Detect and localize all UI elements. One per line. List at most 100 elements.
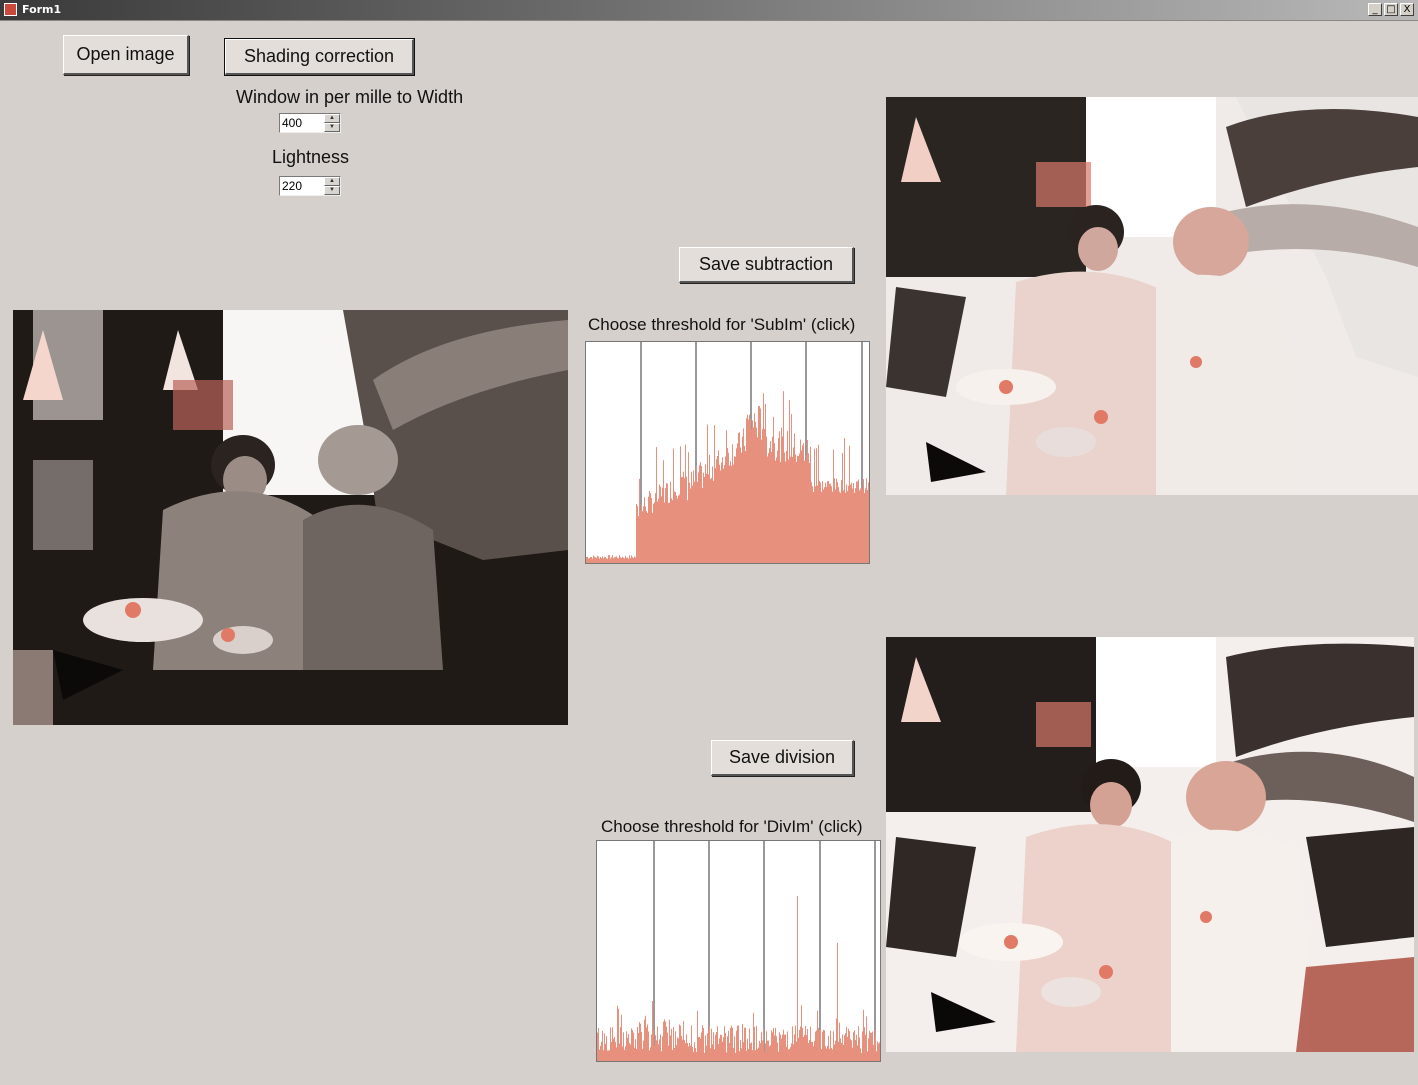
histogram-bar xyxy=(814,448,815,563)
histogram-bar xyxy=(612,1027,613,1061)
sub-histogram-plot[interactable] xyxy=(586,342,869,563)
histogram-bar xyxy=(648,496,649,563)
histogram-bar xyxy=(870,1032,871,1061)
histogram-bar xyxy=(659,484,660,563)
histogram-bar xyxy=(652,1001,653,1061)
title-bar: Form1 _ □ X xyxy=(0,0,1418,21)
spin-up-icon[interactable]: ▲ xyxy=(324,177,340,186)
histogram-bar xyxy=(850,484,851,563)
histogram-bar xyxy=(860,1048,861,1061)
histogram-bar xyxy=(771,451,772,563)
histogram-bar xyxy=(758,406,759,563)
histogram-bar xyxy=(661,496,662,563)
histogram-bar xyxy=(664,502,665,563)
histogram-bar xyxy=(768,1040,769,1061)
histogram-bar xyxy=(802,445,803,563)
histogram-bar xyxy=(694,1041,695,1061)
spin-down-icon[interactable]: ▼ xyxy=(324,186,340,195)
spin-down-icon[interactable]: ▼ xyxy=(324,123,340,132)
spin-arrows-icon[interactable]: ▲ ▼ xyxy=(324,177,340,195)
histogram-bar xyxy=(615,556,616,563)
histogram-bar xyxy=(688,1046,689,1061)
histogram-bar xyxy=(756,427,757,563)
maximize-button[interactable]: □ xyxy=(1384,3,1398,16)
histogram-bar xyxy=(855,1039,856,1061)
histogram-bar xyxy=(723,1037,724,1061)
histogram-bar xyxy=(826,486,827,563)
histogram-bar xyxy=(657,1026,658,1061)
histogram-bar xyxy=(865,488,866,563)
spin-arrows-icon[interactable]: ▲ ▼ xyxy=(324,114,340,132)
save-subtraction-button[interactable]: Save subtraction xyxy=(679,247,854,283)
histogram-bar xyxy=(847,491,848,563)
histogram-bar xyxy=(774,1035,775,1061)
histogram-bar xyxy=(614,557,615,563)
histogram-bar xyxy=(699,465,700,563)
histogram-bar xyxy=(842,1034,843,1061)
histogram-bar xyxy=(656,1040,657,1061)
histogram-bar xyxy=(839,1022,840,1061)
histogram-bar xyxy=(854,1030,855,1061)
shading-correction-button[interactable]: Shading correction xyxy=(224,38,415,76)
histogram-bar xyxy=(603,558,604,563)
histogram-bar xyxy=(835,1040,836,1061)
histogram-bar xyxy=(796,1041,797,1061)
spin-up-icon[interactable]: ▲ xyxy=(324,114,340,123)
histogram-bar xyxy=(651,497,652,563)
histogram-bar xyxy=(732,444,733,563)
histogram-bar xyxy=(727,1036,728,1061)
histogram-bar xyxy=(714,425,715,563)
histogram-bar xyxy=(822,1031,823,1061)
histogram-bar xyxy=(702,1025,703,1061)
histogram-bar xyxy=(591,556,592,563)
histogram-bar xyxy=(792,1026,793,1061)
histogram-bar xyxy=(699,1036,700,1061)
histogram-bar xyxy=(791,1043,792,1061)
histogram-bar xyxy=(799,453,800,563)
histogram-bar xyxy=(634,1047,635,1061)
histogram-bar xyxy=(589,558,590,563)
histogram-bar xyxy=(594,556,595,563)
histogram-bar xyxy=(795,454,796,563)
histogram-bar xyxy=(658,498,659,563)
open-image-button[interactable]: Open image xyxy=(63,35,189,75)
histogram-bar xyxy=(858,479,859,563)
histogram-bar xyxy=(808,453,809,563)
histogram-bar xyxy=(653,1030,654,1061)
close-button[interactable]: X xyxy=(1400,3,1414,16)
histogram-bar xyxy=(750,1043,751,1061)
save-division-button[interactable]: Save division xyxy=(711,740,854,776)
histogram-bar xyxy=(829,484,830,563)
histogram-bar xyxy=(846,1026,847,1061)
histogram-bar xyxy=(782,436,783,563)
div-histogram-plot[interactable] xyxy=(597,841,880,1061)
window-per-mille-stepper[interactable]: ▲ ▼ xyxy=(279,113,341,133)
histogram-bar xyxy=(598,1028,599,1061)
histogram-bar xyxy=(672,1049,673,1061)
sub-histogram[interactable] xyxy=(585,341,870,564)
histogram-bar xyxy=(762,1040,763,1061)
histogram-bar xyxy=(826,1048,827,1061)
histogram-bar xyxy=(641,1031,642,1061)
div-histogram[interactable] xyxy=(596,840,881,1062)
histogram-bar xyxy=(787,1031,788,1061)
histogram-bar xyxy=(818,444,819,563)
histogram-bar xyxy=(803,443,804,563)
histogram-bar xyxy=(792,456,793,563)
histogram-bar xyxy=(782,1034,783,1061)
histogram-bar xyxy=(840,492,841,563)
histogram-bar xyxy=(738,1025,739,1061)
lightness-stepper[interactable]: ▲ ▼ xyxy=(279,176,341,196)
histogram-bar xyxy=(671,498,672,563)
window-per-mille-input[interactable] xyxy=(282,115,322,131)
histogram-bar xyxy=(647,513,648,563)
histogram-bar xyxy=(738,432,739,563)
minimize-button[interactable]: _ xyxy=(1368,3,1382,16)
histogram-bar xyxy=(859,490,860,563)
lightness-input[interactable] xyxy=(282,178,322,194)
histogram-bar xyxy=(643,1040,644,1061)
histogram-bar xyxy=(732,1027,733,1061)
histogram-bar xyxy=(674,1047,675,1061)
histogram-bar xyxy=(707,1033,708,1061)
histogram-bar xyxy=(781,1038,782,1061)
